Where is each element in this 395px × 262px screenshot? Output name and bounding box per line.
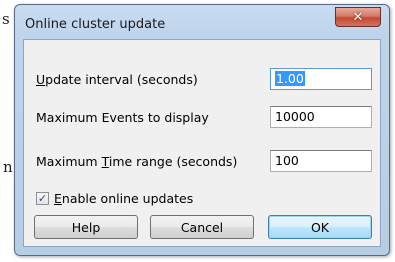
max-events-label: Maximum Events to display <box>36 110 209 125</box>
cancel-button[interactable]: Cancel <box>150 215 254 239</box>
dialog-title: Online cluster update <box>25 17 166 32</box>
dialog-content: Update interval (seconds) 1.00 Maximum E… <box>23 39 381 247</box>
check-icon: ✓ <box>37 191 48 205</box>
enable-online-updates-label: Enable online updates <box>54 190 194 206</box>
background-text: s <box>2 10 10 28</box>
max-time-range-input[interactable]: 100 <box>270 150 372 172</box>
background-text: n <box>3 158 13 176</box>
enable-online-updates-checkbox[interactable]: ✓ <box>36 191 49 205</box>
update-interval-label: Update interval (seconds) <box>36 72 198 87</box>
ok-button[interactable]: OK <box>268 215 372 239</box>
title-bar[interactable]: Online cluster update ✕ <box>15 5 389 39</box>
max-events-input[interactable]: 10000 <box>270 106 372 128</box>
enable-online-updates-row[interactable]: ✓ Enable online updates <box>36 190 193 206</box>
help-button[interactable]: Help <box>34 215 138 239</box>
update-interval-input[interactable]: 1.00 <box>270 68 372 90</box>
max-time-range-label: Maximum Time range (seconds) <box>36 154 238 169</box>
dialog-window: Online cluster update ✕ Update interval … <box>14 4 390 256</box>
close-button[interactable]: ✕ <box>335 7 381 27</box>
close-icon: ✕ <box>352 9 364 25</box>
